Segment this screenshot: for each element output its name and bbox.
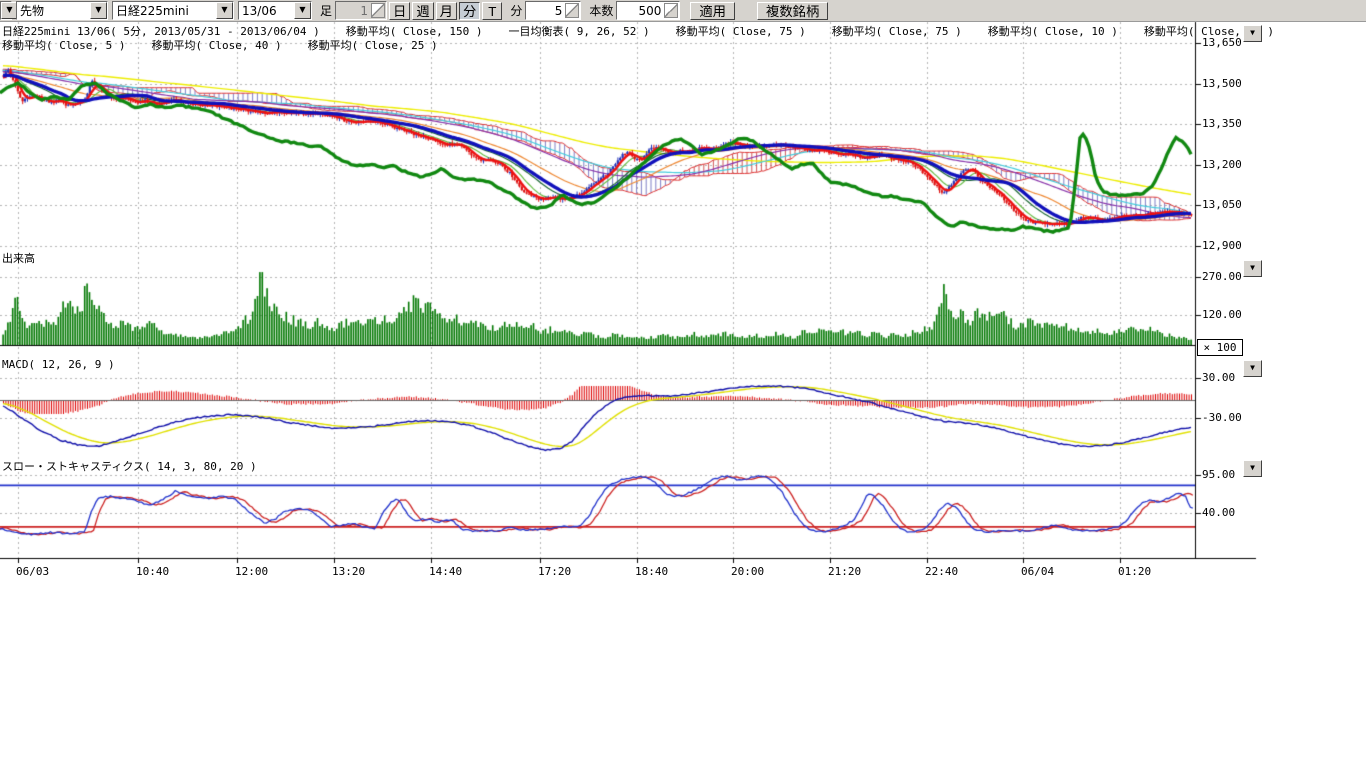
bar-count-spinner[interactable]: 1	[335, 1, 387, 20]
macd-scale-dropdown-button[interactable]: ▼	[1243, 360, 1262, 377]
x-axis-time-label: 20:00	[731, 565, 764, 578]
x-axis-time-label: 06/03	[16, 565, 49, 578]
count-label: 本数	[589, 2, 613, 19]
toolbar: ▼ 先物 ▼ 日経225mini ▼ 13/06 ▼ 足 1 日 週 月 分 T…	[0, 0, 1366, 22]
contract-month-select[interactable]: 13/06 ▼	[238, 1, 312, 20]
stoch-scale-dropdown-button[interactable]: ▼	[1243, 460, 1262, 477]
count-value: 500	[617, 4, 663, 18]
chevron-down-icon: ▼	[1250, 363, 1255, 372]
volume-panel-title: 出来高	[2, 250, 35, 266]
y-axis-price-label: 13,050	[1202, 198, 1242, 211]
legend-ma5: 移動平均( Close, 5 )	[2, 37, 125, 53]
symbol-select-value: 日経225mini	[113, 2, 216, 19]
interval-label: 分	[510, 2, 522, 19]
x-axis-time-label: 18:40	[635, 565, 668, 578]
x-axis-time-label: 14:40	[429, 565, 462, 578]
timeframe-month-button[interactable]: 月	[436, 2, 457, 20]
x-axis-time-label: 06/04	[1021, 565, 1054, 578]
x-axis-time-label: 22:40	[925, 565, 958, 578]
chevron-down-icon: ▼	[1250, 28, 1255, 37]
spinner-button-icon[interactable]	[664, 3, 678, 18]
symbol-select[interactable]: 日経225mini ▼	[112, 1, 234, 20]
market-select-value: 先物	[17, 2, 90, 19]
spinner-button-icon[interactable]	[371, 3, 385, 18]
chevron-down-icon[interactable]: ▼	[216, 2, 233, 19]
y-axis-price-label: 12,900	[1202, 239, 1242, 252]
x-axis-time-label: 12:00	[235, 565, 268, 578]
chevron-down-icon[interactable]: ▼	[90, 2, 107, 19]
chevron-down-icon: ▼	[1250, 463, 1255, 472]
contract-month-value: 13/06	[239, 4, 294, 18]
y-axis-volume-label: 270.00	[1202, 270, 1242, 283]
stoch-panel-title: スロー・ストキャスティクス( 14, 3, 80, 20 )	[2, 458, 257, 474]
x-axis-time-label: 17:20	[538, 565, 571, 578]
legend-ma75b: 移動平均( Close, 75 )	[832, 23, 962, 39]
spinner-button-icon[interactable]	[565, 3, 579, 18]
price-scale-dropdown-button[interactable]: ▼	[1243, 25, 1262, 42]
interval-value: 5	[526, 4, 564, 18]
multi-symbol-button[interactable]: 複数銘柄	[757, 2, 828, 20]
y-axis-price-label: 13,200	[1202, 158, 1242, 171]
timeframe-day-button[interactable]: 日	[389, 2, 410, 20]
timeframe-week-button[interactable]: 週	[412, 2, 433, 20]
y-axis-price-label: 13,500	[1202, 77, 1242, 90]
x-axis-time-label: 10:40	[136, 565, 169, 578]
legend-ma40: 移動平均( Close, 40 )	[151, 37, 281, 53]
x-axis-time-label: 01:20	[1118, 565, 1151, 578]
y-axis-macd-label: -30.00	[1202, 411, 1242, 424]
chevron-down-icon: ▼	[1250, 263, 1255, 272]
y-axis-price-label: 13,650	[1202, 36, 1242, 49]
y-axis-volume-label: 120.00	[1202, 308, 1242, 321]
chevron-down-icon[interactable]: ▼	[294, 2, 311, 19]
interval-spinner[interactable]: 5	[525, 1, 581, 20]
y-axis-stoch-label: 40.00	[1202, 506, 1235, 519]
legend-ma75a: 移動平均( Close, 75 )	[676, 23, 806, 39]
legend-ma25: 移動平均( Close, 25 )	[308, 37, 438, 53]
y-axis-price-label: 13,350	[1202, 117, 1242, 130]
timeframe-minute-button[interactable]: 分	[459, 2, 480, 20]
x-axis-time-label: 21:20	[828, 565, 861, 578]
y-axis-stoch-label: 95.00	[1202, 468, 1235, 481]
legend-ichimoku: 一目均衡表( 9, 26, 52 )	[509, 23, 650, 39]
timeframe-tick-button[interactable]: T	[482, 2, 502, 20]
bar-count-value: 1	[336, 4, 370, 18]
market-select[interactable]: 先物 ▼	[16, 1, 108, 20]
chart-canvas[interactable]	[0, 0, 1366, 768]
count-spinner[interactable]: 500	[616, 1, 680, 20]
legend-row-2: 移動平均( Close, 5 ) 移動平均( Close, 40 ) 移動平均(…	[2, 37, 438, 53]
apply-button[interactable]: 適用	[690, 2, 735, 20]
volume-scale-dropdown-button[interactable]: ▼	[1243, 260, 1262, 277]
legend-ma10: 移動平均( Close, 10 )	[988, 23, 1118, 39]
volume-multiplier-badge: × 100	[1197, 339, 1243, 356]
bar-type-label: 足	[320, 2, 332, 19]
partial-combobox[interactable]: ▼	[0, 1, 12, 20]
x-axis-time-label: 13:20	[332, 565, 365, 578]
y-axis-macd-label: 30.00	[1202, 371, 1235, 384]
macd-panel-title: MACD( 12, 26, 9 )	[2, 358, 115, 371]
